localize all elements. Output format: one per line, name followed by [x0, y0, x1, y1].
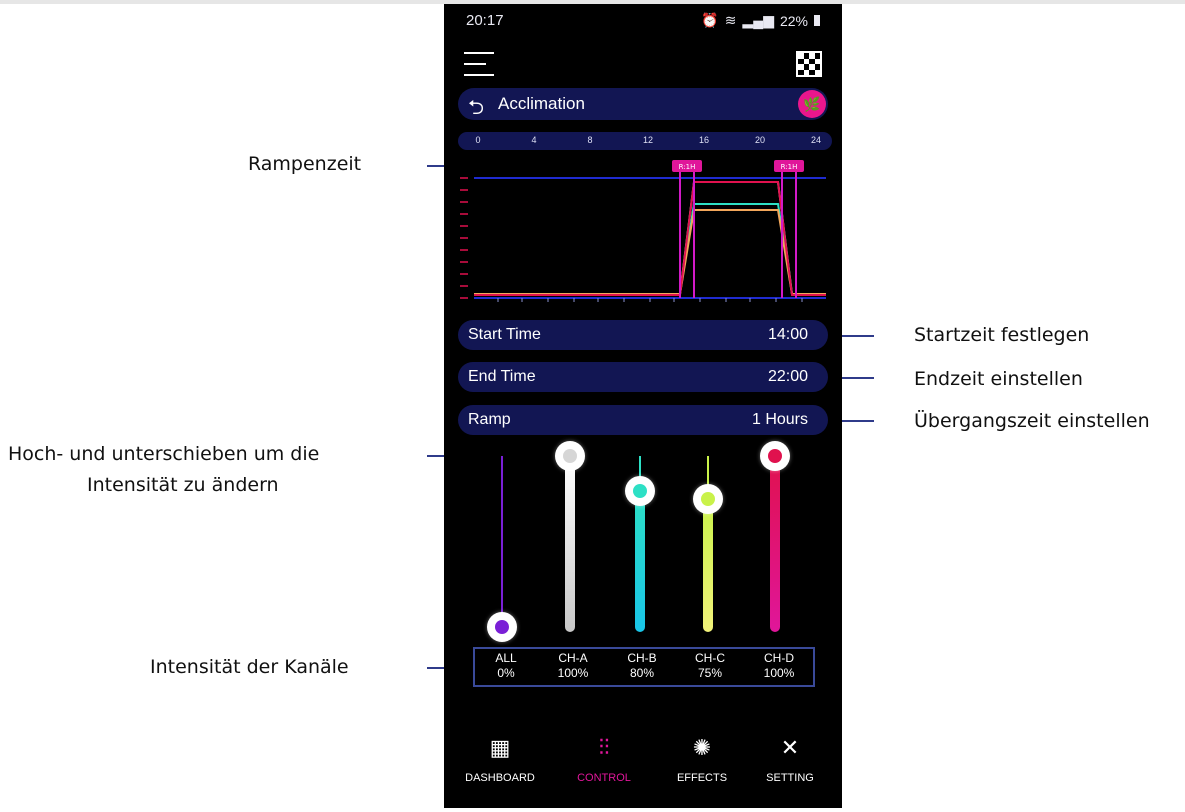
end-time-value: 22:00 [767, 368, 808, 385]
start-time-value: 14:00 [767, 326, 808, 343]
slider-chb-dot [633, 484, 647, 498]
qr-scan-icon[interactable] [796, 51, 822, 77]
channel-curve-d [474, 181, 826, 296]
mode-title: Acclimation [498, 94, 585, 113]
wifi-icon: ≋ [724, 12, 737, 28]
status-bar: 20:17 ⏰ ≋ ▂▄▆ 22% [466, 12, 820, 32]
menu-icon[interactable] [464, 52, 494, 78]
slider-all-dot [495, 620, 509, 634]
end-time-row[interactable]: End Time 22:00 [458, 362, 828, 392]
hour-label: 20 [754, 135, 766, 145]
channel-labels-outline [473, 647, 815, 687]
effects-icon: ✺ [692, 735, 712, 760]
status-time: 20:17 [466, 12, 504, 29]
annotation-slide-line2: Intensität zu ändern [87, 474, 279, 496]
slider-chd-track[interactable] [770, 456, 780, 632]
annotation-set-start: Startzeit festlegen [914, 324, 1090, 346]
nav-dashboard-label: DASHBOARD [465, 772, 535, 784]
nav-control[interactable]: ⫶⫶ CONTROL [559, 734, 649, 784]
slider-chd-handle[interactable] [760, 441, 790, 471]
nav-control-label: CONTROL [577, 772, 631, 784]
annotation-ramp-time: Rampenzeit [248, 153, 362, 175]
hour-label: 4 [531, 135, 537, 145]
slider-cha-track[interactable] [565, 456, 575, 632]
dashboard-icon: ▦ [489, 735, 511, 760]
channel-curve-c [474, 209, 826, 295]
bottom-nav: ▦ DASHBOARD ⫶⫶ CONTROL ✺ EFFECTS ✕ SETTI… [444, 734, 842, 794]
channel-curve-b [474, 203, 826, 295]
hour-label: 12 [642, 135, 654, 145]
ramp-tag-start-text: R:1H [679, 163, 696, 171]
slider-chc-handle[interactable] [693, 484, 723, 514]
annotation-set-end: Endzeit einstellen [914, 368, 1083, 390]
slider-cha-handle[interactable] [555, 441, 585, 471]
slider-chc-dot [701, 492, 715, 506]
hour-scale: 0 4 8 12 16 20 24 [458, 132, 832, 150]
y-ticks [460, 177, 468, 299]
ramp-value: 1 Hours [751, 411, 808, 428]
battery-icon [814, 15, 820, 26]
back-icon[interactable]: ⮌ [468, 93, 484, 127]
ramp-label: Ramp [468, 411, 511, 428]
sliders-icon: ⫶⫶ [598, 735, 610, 760]
slider-all-track[interactable] [501, 456, 503, 626]
start-time-row[interactable]: Start Time 14:00 [458, 320, 828, 350]
ramp-row[interactable]: Ramp 1 Hours [458, 405, 828, 435]
slider-chb-track[interactable] [635, 490, 645, 632]
alarm-icon: ⏰ [701, 12, 719, 28]
hour-label: 0 [475, 135, 481, 145]
channel-curve-a [474, 181, 826, 295]
tools-icon: ✕ [780, 735, 800, 760]
channel-sliders [444, 434, 842, 644]
start-time-label: Start Time [468, 326, 541, 343]
hour-label: 24 [810, 135, 822, 145]
slider-chc-track[interactable] [703, 498, 713, 632]
hour-label: 16 [698, 135, 710, 145]
nav-setting-label: SETTING [766, 772, 814, 784]
annotation-set-transition: Übergangszeit einstellen [914, 410, 1150, 432]
slider-chb-handle[interactable] [625, 476, 655, 506]
phone-screen: 20:17 ⏰ ≋ ▂▄▆ 22% ⮌ Acclimation 🌿 0 4 8 … [444, 4, 842, 808]
annotation-channel-intensity: Intensität der Kanäle [150, 656, 349, 678]
slider-all-handle[interactable] [487, 612, 517, 642]
nav-setting[interactable]: ✕ SETTING [745, 734, 835, 784]
schedule-chart-svg: R:1H R:1H [460, 160, 826, 302]
nav-dashboard[interactable]: ▦ DASHBOARD [455, 734, 545, 784]
coral-icon[interactable]: 🌿 [798, 90, 826, 118]
slider-chd-dot [768, 449, 782, 463]
hour-label: 8 [587, 135, 593, 145]
slider-cha-dot [563, 449, 577, 463]
ramp-tag-end-text: R:1H [781, 163, 798, 171]
battery-percent: 22% [779, 12, 808, 29]
annotation-slide-line1: Hoch- und unterschieben um die [8, 443, 320, 465]
nav-effects-label: EFFECTS [676, 772, 728, 784]
nav-effects[interactable]: ✺ EFFECTS [657, 734, 747, 784]
signal-icon: ▂▄▆ [742, 12, 774, 28]
mode-header: ⮌ Acclimation 🌿 [458, 88, 828, 120]
schedule-chart: R:1H R:1H [458, 160, 832, 310]
end-time-label: End Time [468, 368, 536, 385]
